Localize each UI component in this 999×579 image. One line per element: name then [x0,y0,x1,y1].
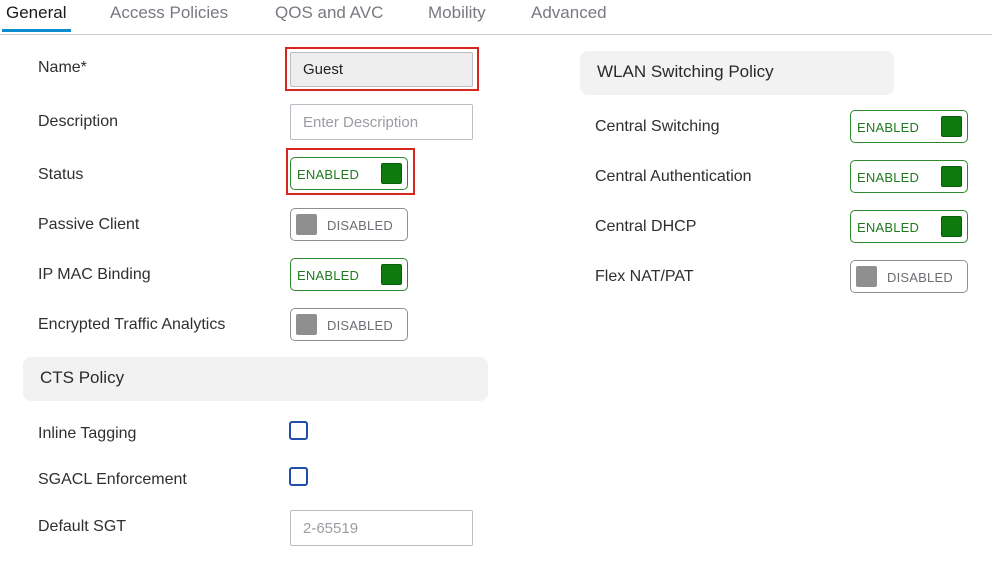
toggle-knob-icon [296,314,317,335]
tab-mobility[interactable]: Mobility [428,3,486,23]
passive-client-label: Passive Client [38,216,140,233]
default-sgt-input[interactable]: 2-65519 [290,510,473,546]
toggle-knob-icon [941,116,962,137]
toggle-knob-icon [941,216,962,237]
name-label: Name* [38,59,87,76]
encrypted-traffic-analytics-toggle-text: DISABLED [327,318,393,333]
wlan-switching-policy-title: WLAN Switching Policy [597,62,774,81]
sgacl-enforcement-checkbox[interactable] [289,467,308,486]
description-input[interactable]: Enter Description [290,104,473,140]
encrypted-traffic-analytics-label: Encrypted Traffic Analytics [38,316,226,333]
ip-mac-binding-label: IP MAC Binding [38,266,151,283]
flex-nat-pat-toggle-text: DISABLED [887,270,953,285]
tab-access-policies[interactable]: Access Policies [110,3,228,23]
toggle-knob-icon [296,214,317,235]
toggle-knob-icon [856,266,877,287]
central-dhcp-label: Central DHCP [595,218,697,235]
central-switching-toggle-text: ENABLED [857,120,920,135]
inline-tagging-label: Inline Tagging [38,425,137,442]
central-authentication-toggle[interactable]: ENABLED [850,160,968,193]
ip-mac-binding-toggle[interactable]: ENABLED [290,258,408,291]
default-sgt-placeholder: 2-65519 [303,519,359,537]
default-sgt-label: Default SGT [38,518,127,535]
tab-qos-and-avc[interactable]: QOS and AVC [275,3,383,23]
central-dhcp-toggle[interactable]: ENABLED [850,210,968,243]
flex-nat-pat-label: Flex NAT/PAT [595,268,694,285]
active-tab-indicator [2,29,71,32]
status-highlight-box [286,148,415,195]
toggle-knob-icon [381,264,402,285]
status-label: Status [38,166,84,183]
inline-tagging-checkbox[interactable] [289,421,308,440]
cts-policy-title: CTS Policy [40,368,125,387]
central-authentication-label: Central Authentication [595,168,752,185]
central-switching-label: Central Switching [595,118,720,135]
sgacl-enforcement-label: SGACL Enforcement [38,471,187,488]
central-authentication-toggle-text: ENABLED [857,170,920,185]
cts-policy-header: CTS Policy [23,357,488,401]
description-label: Description [38,113,119,130]
name-highlight-box [285,47,479,91]
passive-client-toggle[interactable]: DISABLED [290,208,408,241]
encrypted-traffic-analytics-toggle[interactable]: DISABLED [290,308,408,341]
ip-mac-binding-toggle-text: ENABLED [297,268,360,283]
tab-general[interactable]: General [6,3,66,23]
tab-advanced[interactable]: Advanced [531,3,607,23]
toggle-knob-icon [941,166,962,187]
wlan-switching-policy-header: WLAN Switching Policy [580,51,894,95]
description-placeholder: Enter Description [303,113,419,131]
flex-nat-pat-toggle[interactable]: DISABLED [850,260,968,293]
passive-client-toggle-text: DISABLED [327,218,393,233]
tab-bar: General Access Policies QOS and AVC Mobi… [0,0,992,35]
central-dhcp-toggle-text: ENABLED [857,220,920,235]
central-switching-toggle[interactable]: ENABLED [850,110,968,143]
